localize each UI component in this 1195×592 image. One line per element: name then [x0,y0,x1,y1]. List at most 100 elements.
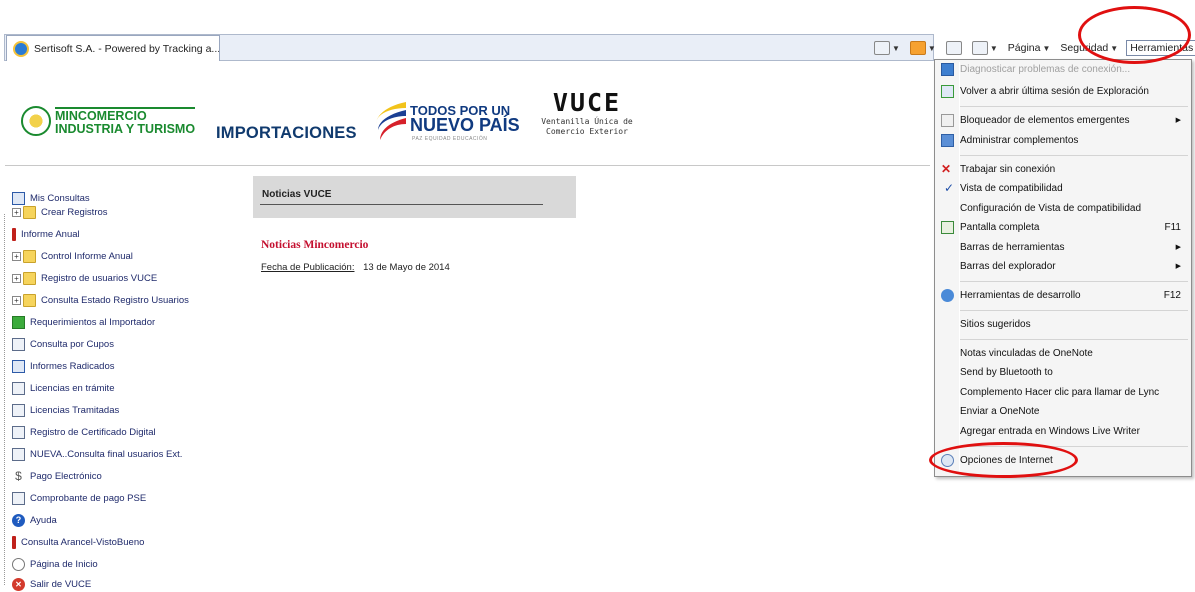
tools-dropdown-menu: Diagnosticar problemas de conexión... Vo… [934,59,1192,477]
expand-icon[interactable]: + [12,295,21,305]
ministry-line-2: INDUSTRIA Y TURISMO [55,121,196,136]
nav-item-control-informe-anual[interactable]: + Control Informe Anual [12,248,133,264]
ministry-line-1: MINCOMERCIO [55,108,147,123]
menu-item-volver-sesion[interactable]: Volver a abrir última sesión de Explorac… [935,82,1191,100]
document-icon [12,491,25,505]
network-diagnose-icon [941,62,954,76]
nav-item-certificado-digital[interactable]: Registro de Certificado Digital [12,424,156,440]
home-button[interactable]: ▼ [872,40,902,56]
menu-item-label: Send by Bluetooth to [960,366,1053,378]
nav-item-comprobante-pse[interactable]: Comprobante de pago PSE [12,490,146,506]
menu-item-label: Configuración de Vista de compatibilidad [960,202,1142,214]
section-title: IMPORTACIONES [216,124,357,142]
page-menu-label: Página [1007,42,1041,54]
menu-separator [960,310,1188,311]
menu-item-pantalla-completa[interactable]: Pantalla completa F11 [935,218,1191,236]
menu-item-barras-explorador[interactable]: Barras del explorador ▶ [935,257,1191,275]
menu-item-notas-onenote[interactable]: Notas vinculadas de OneNote [935,344,1191,362]
nav-item-salir-vuce[interactable]: ✕ Salir de VUCE [12,576,91,592]
mail-button[interactable] [944,40,964,56]
menu-item-live-writer[interactable]: Agregar entrada en Windows Live Writer [935,422,1191,440]
menu-item-label: Administrar complementos [960,134,1079,146]
flag-swoosh-icon [376,102,406,140]
todos-line-2: NUEVO PAÍS [410,115,520,135]
tools-menu-button[interactable]: Herramientas ▼ [1126,40,1195,56]
nav-item-licencias-tramitadas[interactable]: Licencias Tramitadas [12,402,119,418]
menu-item-label: Bloqueador de elementos emergentes [960,114,1130,126]
menu-item-lync[interactable]: Complemento Hacer clic para llamar de Ly… [935,383,1191,401]
menu-item-vista-compatibilidad[interactable]: ✓ Vista de compatibilidad [935,179,1191,197]
chevron-down-icon: ▼ [1042,43,1051,53]
nav-item-label: Página de Inicio [30,558,98,570]
folder-icon [23,205,36,219]
submenu-arrow-icon: ▶ [1175,117,1181,124]
feeds-button[interactable]: ▼ [908,40,938,56]
expand-icon[interactable]: + [12,251,21,261]
menu-separator [960,446,1188,447]
chevron-down-icon: ▼ [892,43,900,53]
vuce-subtitle-1: Ventanilla Única de [541,117,633,126]
menu-item-herramientas-desarrollo[interactable]: Herramientas de desarrollo F12 [935,286,1191,304]
menu-separator [960,155,1188,156]
rss-feed-icon [909,41,926,55]
menu-item-administrar-complementos[interactable]: Administrar complementos [935,131,1191,149]
colombia-seal-icon [21,106,51,136]
nav-item-label: Registro de usuarios VUCE [41,272,158,284]
menu-item-label: Enviar a OneNote [960,405,1040,417]
menu-item-opciones-internet[interactable]: Opciones de Internet [935,451,1191,469]
publication-date-row: Fecha de Publicación: 13 de Mayo de 2014 [261,262,450,273]
report-icon [12,535,16,549]
nav-item-registro-usuarios[interactable]: + Registro de usuarios VUCE [12,270,157,286]
publication-date-label: Fecha de Publicación: [261,262,355,273]
nav-item-licencias-tramite[interactable]: Licencias en trámite [12,380,114,396]
browser-tab-bar: Sertisoft S.A. - Powered by Tracking a..… [0,0,1195,64]
menu-separator [960,281,1188,282]
nav-item-requerimientos[interactable]: Requerimientos al Importador [12,314,155,330]
expand-icon[interactable]: + [12,273,21,283]
menu-item-sitios-sugeridos[interactable]: Sitios sugeridos [935,315,1191,333]
print-button[interactable]: ▼ [970,40,1000,56]
nav-item-label: Requerimientos al Importador [30,316,156,328]
nav-item-label: Licencias en trámite [30,382,115,394]
menu-item-barras-herramientas[interactable]: Barras de herramientas ▶ [935,238,1191,256]
popup-blocker-icon [941,113,954,127]
nav-item-consulta-cupos[interactable]: Consulta por Cupos [12,336,114,352]
nav-item-informe-anual[interactable]: Informe Anual [12,226,80,242]
nav-item-ayuda[interactable]: ? Ayuda [12,512,57,528]
menu-item-label: Diagnosticar problemas de conexión... [960,63,1131,75]
chevron-down-icon: ▼ [927,43,936,53]
addons-icon [941,133,954,147]
menu-item-label: Pantalla completa [960,221,1040,233]
menu-item-label: Barras del explorador [960,260,1056,272]
nav-item-label: Licencias Tramitadas [30,404,120,416]
nav-item-informes-radicados[interactable]: Informes Radicados [12,358,114,374]
page-menu-button[interactable]: Página ▼ [1006,41,1053,55]
menu-item-bloqueador[interactable]: Bloqueador de elementos emergentes ▶ [935,111,1191,129]
page-header: MINCOMERCIO INDUSTRIA Y TURISMO IMPORTAC… [5,64,930,166]
nav-item-pagina-inicio[interactable]: Página de Inicio [12,556,98,572]
browser-tab[interactable]: Sertisoft S.A. - Powered by Tracking a..… [6,35,220,61]
menu-item-diagnosticar[interactable]: Diagnosticar problemas de conexión... [935,60,1191,78]
expand-icon[interactable]: + [12,207,21,217]
offline-icon: ✕ [941,161,952,176]
nav-item-consulta-arancel[interactable]: Consulta Arancel-VistoBueno [12,534,144,550]
shortcut-label: F12 [1163,289,1181,301]
divider [260,204,543,205]
nav-item-consulta-estado-registro[interactable]: + Consulta Estado Registro Usuarios [12,292,189,308]
menu-item-bluetooth[interactable]: Send by Bluetooth to [935,363,1191,381]
todos-line-3: PAZ EQUIDAD EDUCACIÓN [412,136,488,142]
menu-item-label: Opciones de Internet [960,454,1053,466]
nav-item-pago-electronico[interactable]: $ Pago Electrónico [12,468,102,484]
nav-item-label: Informe Anual [21,228,80,240]
tools-menu-label: Herramientas [1130,42,1194,54]
menu-item-label: Trabajar sin conexión [960,163,1056,175]
internet-options-icon [941,453,954,467]
menu-item-label: Volver a abrir última sesión de Explorac… [960,85,1149,97]
safety-menu-button[interactable]: Seguridad ▼ [1058,41,1120,55]
menu-item-config-vista-compat[interactable]: Configuración de Vista de compatibilidad [935,199,1191,217]
nav-item-crear-registros[interactable]: + Crear Registros [12,204,108,220]
nav-item-nueva-consulta-final[interactable]: NUEVA..Consulta final usuarios Ext. [12,446,182,462]
menu-item-enviar-onenote[interactable]: Enviar a OneNote [935,402,1191,420]
menu-item-trabajar-sin-conexion[interactable]: ✕ Trabajar sin conexión [935,160,1191,178]
submenu-arrow-icon: ▶ [1175,263,1181,270]
